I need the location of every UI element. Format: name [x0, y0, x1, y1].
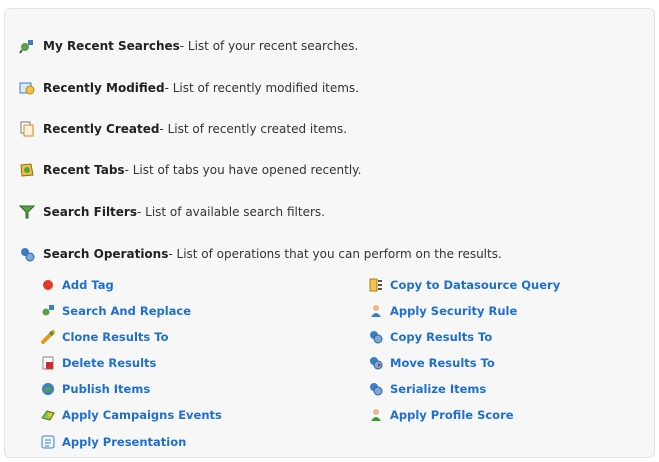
recently-modified-icon [19, 80, 35, 96]
search-replace-icon [41, 304, 55, 318]
op-serialize-items[interactable]: Serialize Items [369, 382, 486, 396]
presentation-icon [41, 435, 55, 449]
op-label: Apply Presentation [62, 435, 187, 449]
op-label: Clone Results To [62, 330, 169, 344]
clone-results-icon [41, 330, 55, 344]
op-search-and-replace[interactable]: Search And Replace [41, 304, 191, 318]
section-description: - List of tabs you have opened recently. [124, 163, 362, 177]
op-clone-results-to[interactable]: Clone Results To [41, 330, 168, 344]
op-label: Add Tag [62, 278, 114, 292]
op-label: Apply Security Rule [390, 304, 518, 318]
section-recently-created[interactable]: Recently Created - List of recently crea… [19, 121, 347, 137]
section-recently-modified[interactable]: Recently Modified - List of recently mod… [19, 80, 359, 96]
op-label: Move Results To [390, 356, 495, 370]
section-title: Recent Tabs [43, 163, 125, 177]
datasource-query-icon [369, 278, 383, 292]
section-recent-tabs[interactable]: Recent Tabs - List of tabs you have open… [19, 162, 361, 178]
add-tag-icon [41, 278, 55, 292]
section-description: - List of operations that you can perfor… [168, 247, 502, 261]
section-description: - List of your recent searches. [179, 39, 359, 53]
section-description: - List of available search filters. [137, 205, 325, 219]
section-title: My Recent Searches [43, 39, 180, 53]
op-label: Delete Results [62, 356, 157, 370]
op-label: Apply Campaigns Events [62, 408, 222, 422]
recently-created-icon [19, 121, 35, 137]
move-results-icon [369, 356, 383, 370]
delete-results-icon [41, 356, 55, 370]
op-apply-presentation[interactable]: Apply Presentation [41, 435, 186, 449]
search-filters-icon [19, 204, 35, 220]
campaign-events-icon [41, 408, 55, 422]
profile-score-icon [369, 408, 383, 422]
section-my-recent-searches[interactable]: My Recent Searches - List of your recent… [19, 38, 358, 54]
op-apply-campaigns-events[interactable]: Apply Campaigns Events [41, 408, 222, 422]
recent-tabs-icon [19, 162, 35, 178]
section-title: Recently Created [43, 122, 160, 136]
op-apply-profile-score[interactable]: Apply Profile Score [369, 408, 514, 422]
copy-results-icon [369, 330, 383, 344]
section-description: - List of recently created items. [159, 122, 348, 136]
search-help-panel: My Recent Searches - List of your recent… [4, 8, 655, 458]
section-search-filters[interactable]: Search Filters - List of available searc… [19, 204, 325, 220]
op-label: Apply Profile Score [390, 408, 514, 422]
op-add-tag[interactable]: Add Tag [41, 278, 114, 292]
op-label: Copy Results To [390, 330, 493, 344]
section-title: Search Filters [43, 205, 137, 219]
op-label: Publish Items [62, 382, 151, 396]
serialize-items-icon [369, 382, 383, 396]
op-label: Serialize Items [390, 382, 487, 396]
op-copy-to-datasource-query[interactable]: Copy to Datasource Query [369, 278, 560, 292]
op-apply-security-rule[interactable]: Apply Security Rule [369, 304, 517, 318]
section-search-operations[interactable]: Search Operations - List of operations t… [19, 246, 502, 262]
security-rule-icon [369, 304, 383, 318]
op-move-results-to[interactable]: Move Results To [369, 356, 495, 370]
section-description: - List of recently modified items. [164, 81, 359, 95]
op-label: Search And Replace [62, 304, 192, 318]
op-label: Copy to Datasource Query [390, 278, 561, 292]
op-delete-results[interactable]: Delete Results [41, 356, 156, 370]
recent-searches-icon [19, 38, 35, 54]
section-title: Recently Modified [43, 81, 165, 95]
op-publish-items[interactable]: Publish Items [41, 382, 150, 396]
search-operations-icon [19, 246, 35, 262]
publish-items-icon [41, 382, 55, 396]
section-title: Search Operations [43, 247, 169, 261]
op-copy-results-to[interactable]: Copy Results To [369, 330, 492, 344]
